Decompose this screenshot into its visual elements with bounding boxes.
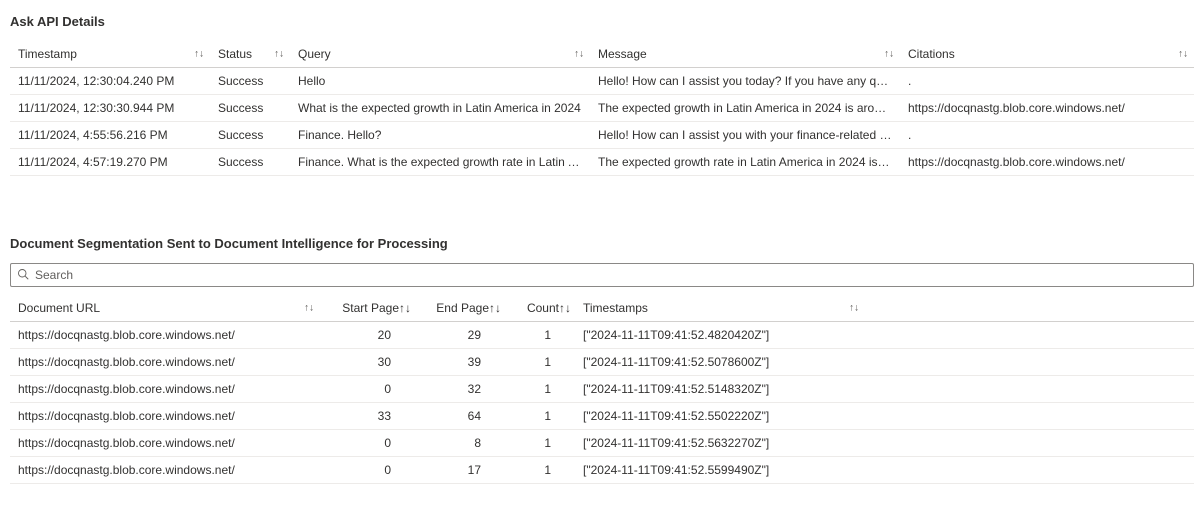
cell-doc-url: https://docqnastg.blob.core.windows.net/	[10, 349, 320, 376]
cell-doc-url: https://docqnastg.blob.core.windows.net/	[10, 403, 320, 430]
cell-end-page: 39	[415, 349, 505, 376]
sort-icon: ↑↓	[304, 303, 314, 314]
sort-icon: ↑↓	[559, 301, 571, 315]
sort-icon: ↑↓	[489, 301, 501, 315]
table-row[interactable]: 11/11/2024, 12:30:04.240 PM Success Hell…	[10, 68, 1194, 95]
cell-start-page: 0	[320, 430, 415, 457]
col-end-page[interactable]: End Page↑↓	[415, 295, 505, 322]
table-row[interactable]: 11/11/2024, 12:30:30.944 PM Success What…	[10, 95, 1194, 122]
cell-doc-url: https://docqnastg.blob.core.windows.net/	[10, 430, 320, 457]
cell-query: Finance. What is the expected growth rat…	[290, 149, 590, 176]
search-input[interactable]	[33, 267, 1187, 283]
cell-status: Success	[210, 149, 290, 176]
cell-query: What is the expected growth in Latin Ame…	[290, 95, 590, 122]
cell-citations: https://docqnastg.blob.core.windows.net/	[900, 95, 1194, 122]
col-citations[interactable]: Citations↑↓	[900, 41, 1194, 68]
cell-timestamps: ["2024-11-11T09:41:52.5078600Z"]	[575, 349, 865, 376]
table-header-row: Document URL↑↓ Start Page↑↓ End Page↑↓ C…	[10, 295, 1194, 322]
col-timestamps[interactable]: Timestamps↑↓	[575, 295, 865, 322]
sort-icon: ↑↓	[1178, 49, 1188, 60]
ask-api-details-table: Timestamp↑↓ Status↑↓ Query↑↓ Message↑↓ C…	[10, 41, 1194, 176]
cell-start-page: 20	[320, 322, 415, 349]
cell-timestamps: ["2024-11-11T09:41:52.5599490Z"]	[575, 457, 865, 484]
search-icon	[17, 268, 29, 283]
ask-api-details-title: Ask API Details	[10, 14, 1194, 29]
table-row[interactable]: https://docqnastg.blob.core.windows.net/…	[10, 403, 1194, 430]
cell-message: The expected growth rate in Latin Americ…	[590, 149, 900, 176]
cell-doc-url: https://docqnastg.blob.core.windows.net/	[10, 322, 320, 349]
sort-icon: ↑↓	[274, 49, 284, 60]
cell-query: Finance. Hello?	[290, 122, 590, 149]
cell-status: Success	[210, 95, 290, 122]
cell-status: Success	[210, 122, 290, 149]
cell-timestamps: ["2024-11-11T09:41:52.4820420Z"]	[575, 322, 865, 349]
cell-end-page: 29	[415, 322, 505, 349]
col-count[interactable]: Count↑↓	[505, 295, 575, 322]
table-row[interactable]: https://docqnastg.blob.core.windows.net/…	[10, 376, 1194, 403]
col-timestamp[interactable]: Timestamp↑↓	[10, 41, 210, 68]
table-row[interactable]: https://docqnastg.blob.core.windows.net/…	[10, 349, 1194, 376]
cell-message: Hello! How can I assist you today? If yo…	[590, 68, 900, 95]
cell-timestamps: ["2024-11-11T09:41:52.5632270Z"]	[575, 430, 865, 457]
table-row[interactable]: 11/11/2024, 4:57:19.270 PM Success Finan…	[10, 149, 1194, 176]
col-start-page[interactable]: Start Page↑↓	[320, 295, 415, 322]
cell-citations: .	[900, 122, 1194, 149]
cell-doc-url: https://docqnastg.blob.core.windows.net/	[10, 376, 320, 403]
cell-timestamp: 11/11/2024, 4:57:19.270 PM	[10, 149, 210, 176]
sort-icon: ↑↓	[849, 303, 859, 314]
cell-message: The expected growth in Latin America in …	[590, 95, 900, 122]
cell-timestamps: ["2024-11-11T09:41:52.5148320Z"]	[575, 376, 865, 403]
cell-end-page: 64	[415, 403, 505, 430]
cell-citations: https://docqnastg.blob.core.windows.net/	[900, 149, 1194, 176]
sort-icon: ↑↓	[399, 301, 411, 315]
cell-query: Hello	[290, 68, 590, 95]
sort-icon: ↑↓	[884, 49, 894, 60]
cell-start-page: 30	[320, 349, 415, 376]
table-row[interactable]: https://docqnastg.blob.core.windows.net/…	[10, 457, 1194, 484]
doc-segmentation-title: Document Segmentation Sent to Document I…	[10, 236, 1194, 251]
table-row[interactable]: https://docqnastg.blob.core.windows.net/…	[10, 430, 1194, 457]
cell-timestamp: 11/11/2024, 4:55:56.216 PM	[10, 122, 210, 149]
cell-start-page: 33	[320, 403, 415, 430]
col-doc-url[interactable]: Document URL↑↓	[10, 295, 320, 322]
cell-doc-url: https://docqnastg.blob.core.windows.net/	[10, 457, 320, 484]
cell-count: 1	[505, 322, 575, 349]
cell-timestamps: ["2024-11-11T09:41:52.5502220Z"]	[575, 403, 865, 430]
doc-segmentation-table: Document URL↑↓ Start Page↑↓ End Page↑↓ C…	[10, 295, 1194, 484]
cell-count: 1	[505, 403, 575, 430]
cell-citations: .	[900, 68, 1194, 95]
cell-message: Hello! How can I assist you with your fi…	[590, 122, 900, 149]
table-row[interactable]: https://docqnastg.blob.core.windows.net/…	[10, 322, 1194, 349]
cell-count: 1	[505, 376, 575, 403]
cell-status: Success	[210, 68, 290, 95]
sort-icon: ↑↓	[194, 49, 204, 60]
cell-end-page: 32	[415, 376, 505, 403]
cell-count: 1	[505, 349, 575, 376]
search-box[interactable]	[10, 263, 1194, 287]
table-header-row: Timestamp↑↓ Status↑↓ Query↑↓ Message↑↓ C…	[10, 41, 1194, 68]
table-row[interactable]: 11/11/2024, 4:55:56.216 PM Success Finan…	[10, 122, 1194, 149]
cell-count: 1	[505, 430, 575, 457]
cell-timestamp: 11/11/2024, 12:30:04.240 PM	[10, 68, 210, 95]
col-message[interactable]: Message↑↓	[590, 41, 900, 68]
cell-count: 1	[505, 457, 575, 484]
sort-icon: ↑↓	[574, 49, 584, 60]
cell-timestamp: 11/11/2024, 12:30:30.944 PM	[10, 95, 210, 122]
col-status[interactable]: Status↑↓	[210, 41, 290, 68]
col-query[interactable]: Query↑↓	[290, 41, 590, 68]
cell-start-page: 0	[320, 457, 415, 484]
cell-start-page: 0	[320, 376, 415, 403]
col-extra	[865, 295, 1194, 322]
cell-end-page: 17	[415, 457, 505, 484]
cell-end-page: 8	[415, 430, 505, 457]
